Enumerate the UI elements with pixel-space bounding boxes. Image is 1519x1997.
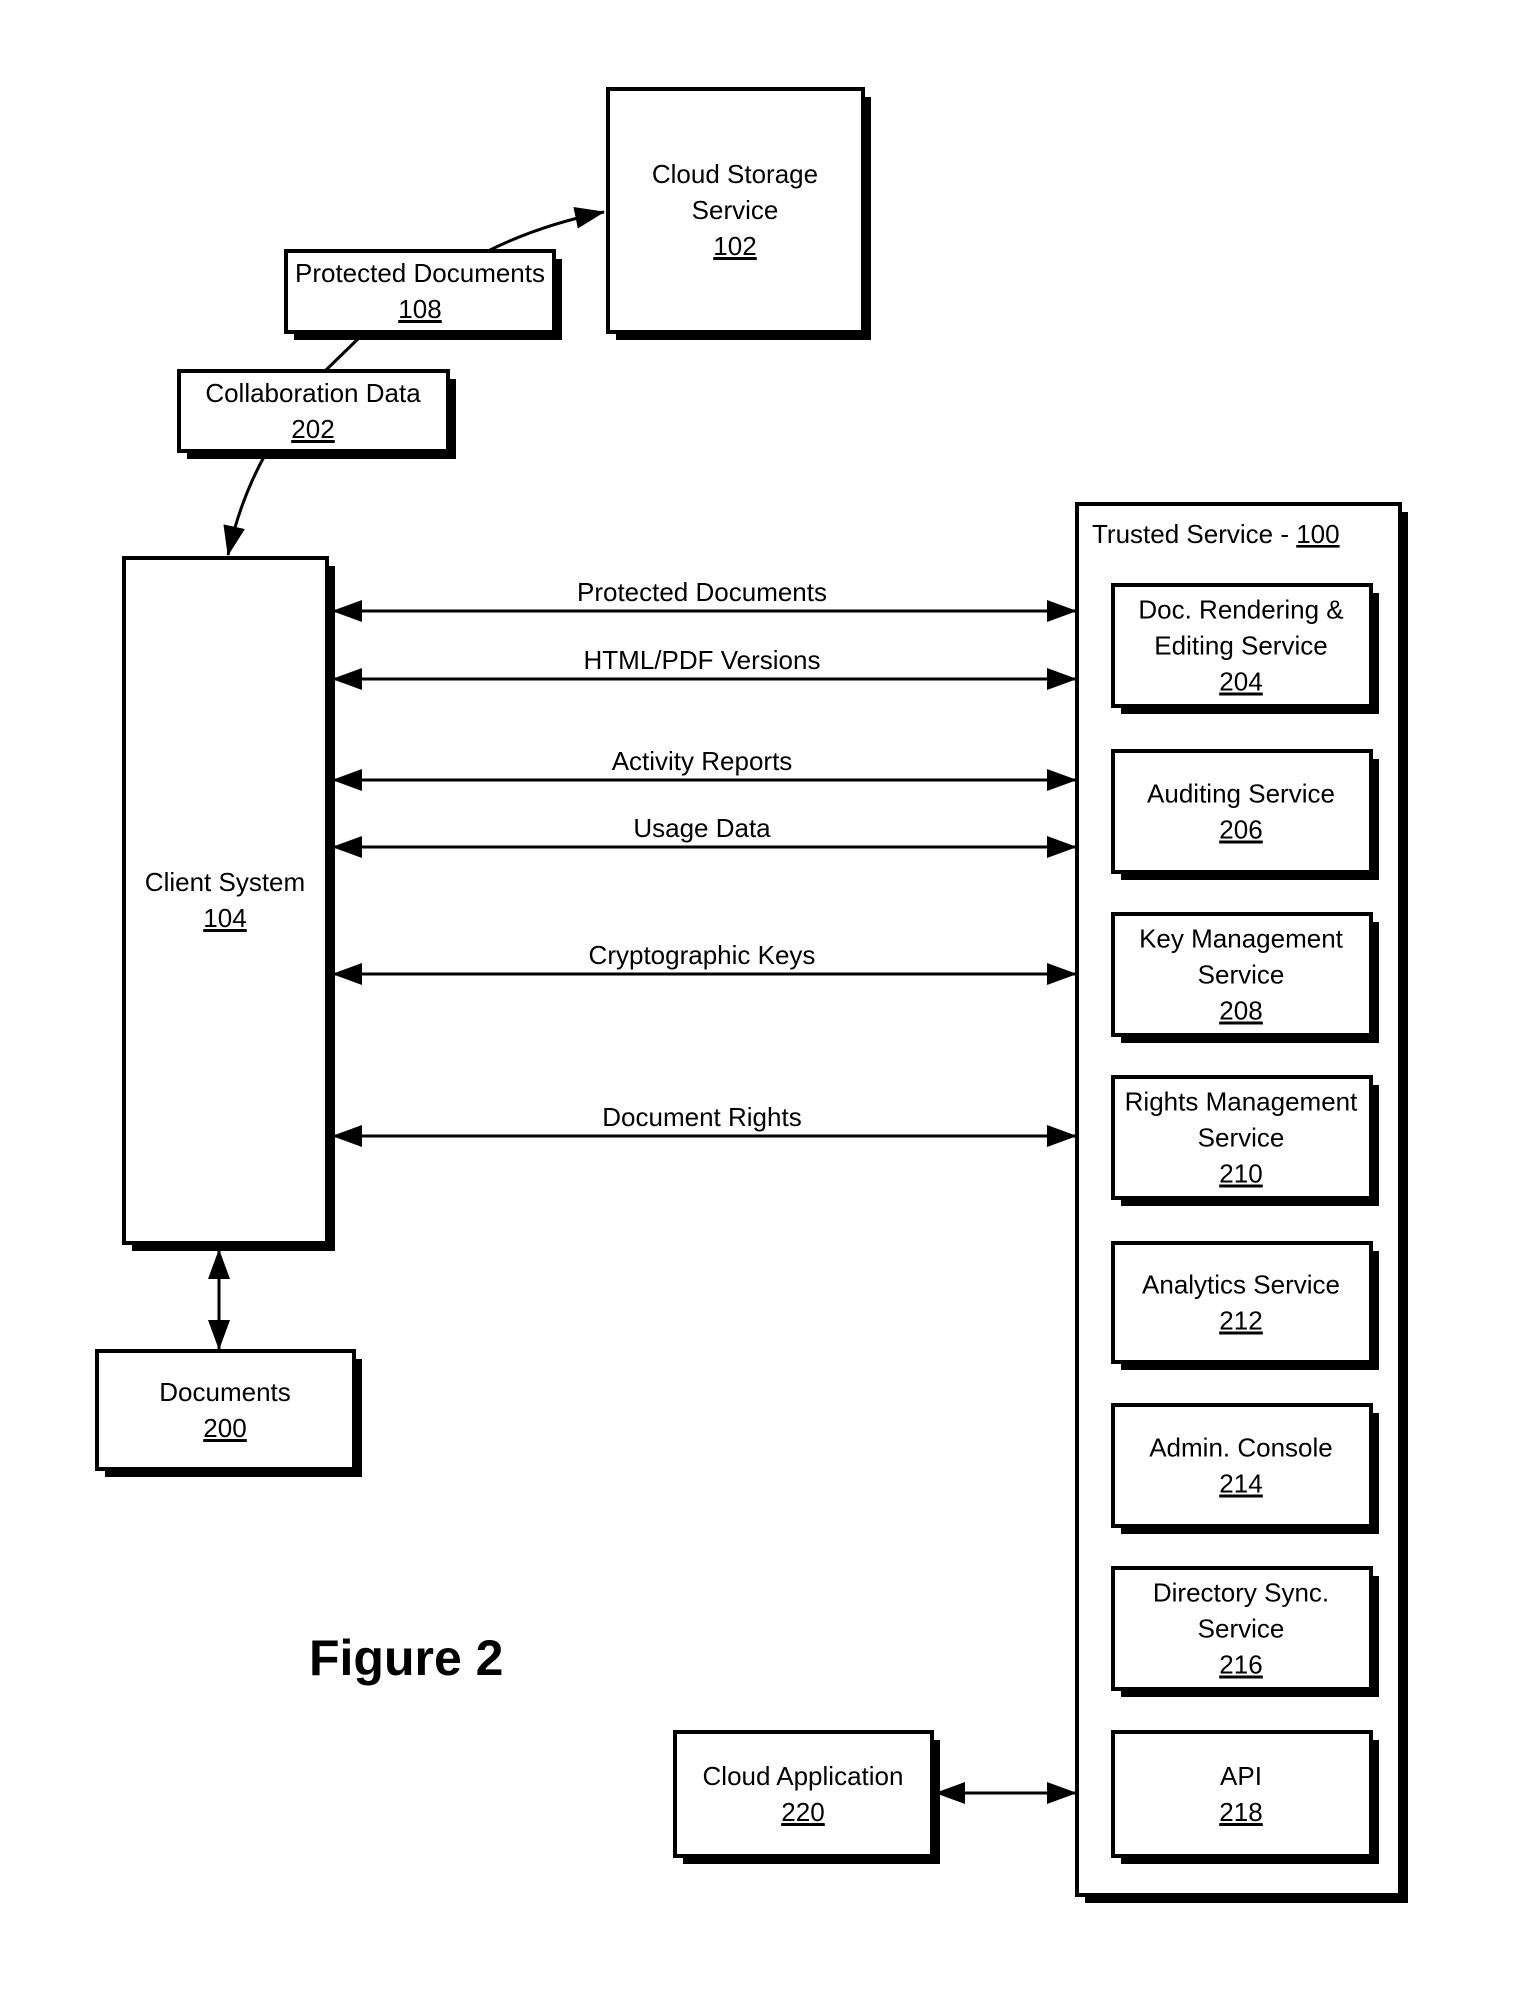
flow-label: HTML/PDF Versions [584,645,821,675]
collaboration-data-ref-number: 202 [291,414,334,444]
flow-label: Protected Documents [577,577,827,607]
flow-label: Cryptographic Keys [589,940,816,970]
collaboration-data-name-text: Collaboration Data [205,378,421,408]
client-system-ref-number: 104 [203,903,246,933]
flow-arrow-3: Usage Data [332,813,1077,858]
flow-arrow-1: HTML/PDF Versions [332,645,1077,690]
client-system-name-text: Client System [145,867,305,897]
flow-label: Usage Data [633,813,771,843]
service-206-name-text: Auditing Service [1147,779,1335,809]
flow-arrow-5: Document Rights [332,1102,1077,1147]
cloud-application-name-text: Cloud Application [703,1761,904,1791]
trusted-service-title: Trusted Service - 100 [1092,519,1340,549]
service-216-ref-number: 216 [1219,1650,1262,1680]
trusted-service-ref-number: 100 [1296,519,1339,549]
service-210-name-text: Rights Management [1125,1087,1358,1117]
flow-arrow-0: Protected Documents [332,577,1077,622]
service-214-name-text: Admin. Console [1149,1433,1333,1463]
service-210-ref-number: 210 [1219,1159,1262,1189]
arrow-protected-docs-to-cloud-storage [487,206,605,253]
service-216-name-text: Service [1198,1614,1285,1644]
arrow-collab-data-to-client [223,454,267,556]
architecture-diagram: Protected Documents HTML/PDF Versions Acti… [95,87,1408,1903]
figure-label: Figure 2 [309,1630,503,1686]
service-206-ref-number: 206 [1219,815,1262,845]
cloud-application-ref-number: 220 [781,1797,824,1827]
documents-name-text: Documents [159,1377,291,1407]
service-208-name-text: Key Management [1139,924,1344,954]
service-210-name-text: Service [1198,1123,1285,1153]
protected-documents-ref-number: 108 [398,294,441,324]
service-208-ref-number: 208 [1219,996,1262,1026]
service-212-ref-number: 212 [1219,1306,1262,1336]
service-204-name-text: Editing Service [1154,631,1327,661]
documents-ref-number: 200 [203,1413,246,1443]
service-218-ref-number: 218 [1219,1797,1262,1827]
service-204-name-text: Doc. Rendering & [1138,595,1343,625]
flow-label: Activity Reports [612,746,793,776]
protected-documents-name-text: Protected Documents [295,258,545,288]
service-216-name-text: Directory Sync. [1153,1578,1329,1608]
flow-arrow-4: Cryptographic Keys [332,940,1077,985]
cloud-storage-service-name-text: Cloud Storage [652,159,818,189]
cloud-storage-service-ref-number: 102 [713,231,756,261]
service-204-ref-number: 204 [1219,667,1262,697]
flow-arrow-2: Activity Reports [332,746,1077,791]
service-212-name-text: Analytics Service [1142,1270,1340,1300]
service-218-name-text: API [1220,1761,1262,1791]
flow-label: Document Rights [602,1102,801,1132]
cloud-storage-service-name-text: Service [692,195,779,225]
service-214-ref-number: 214 [1219,1469,1262,1499]
line-protected-docs-to-collab-data [323,333,364,373]
service-208-name-text: Service [1198,960,1285,990]
